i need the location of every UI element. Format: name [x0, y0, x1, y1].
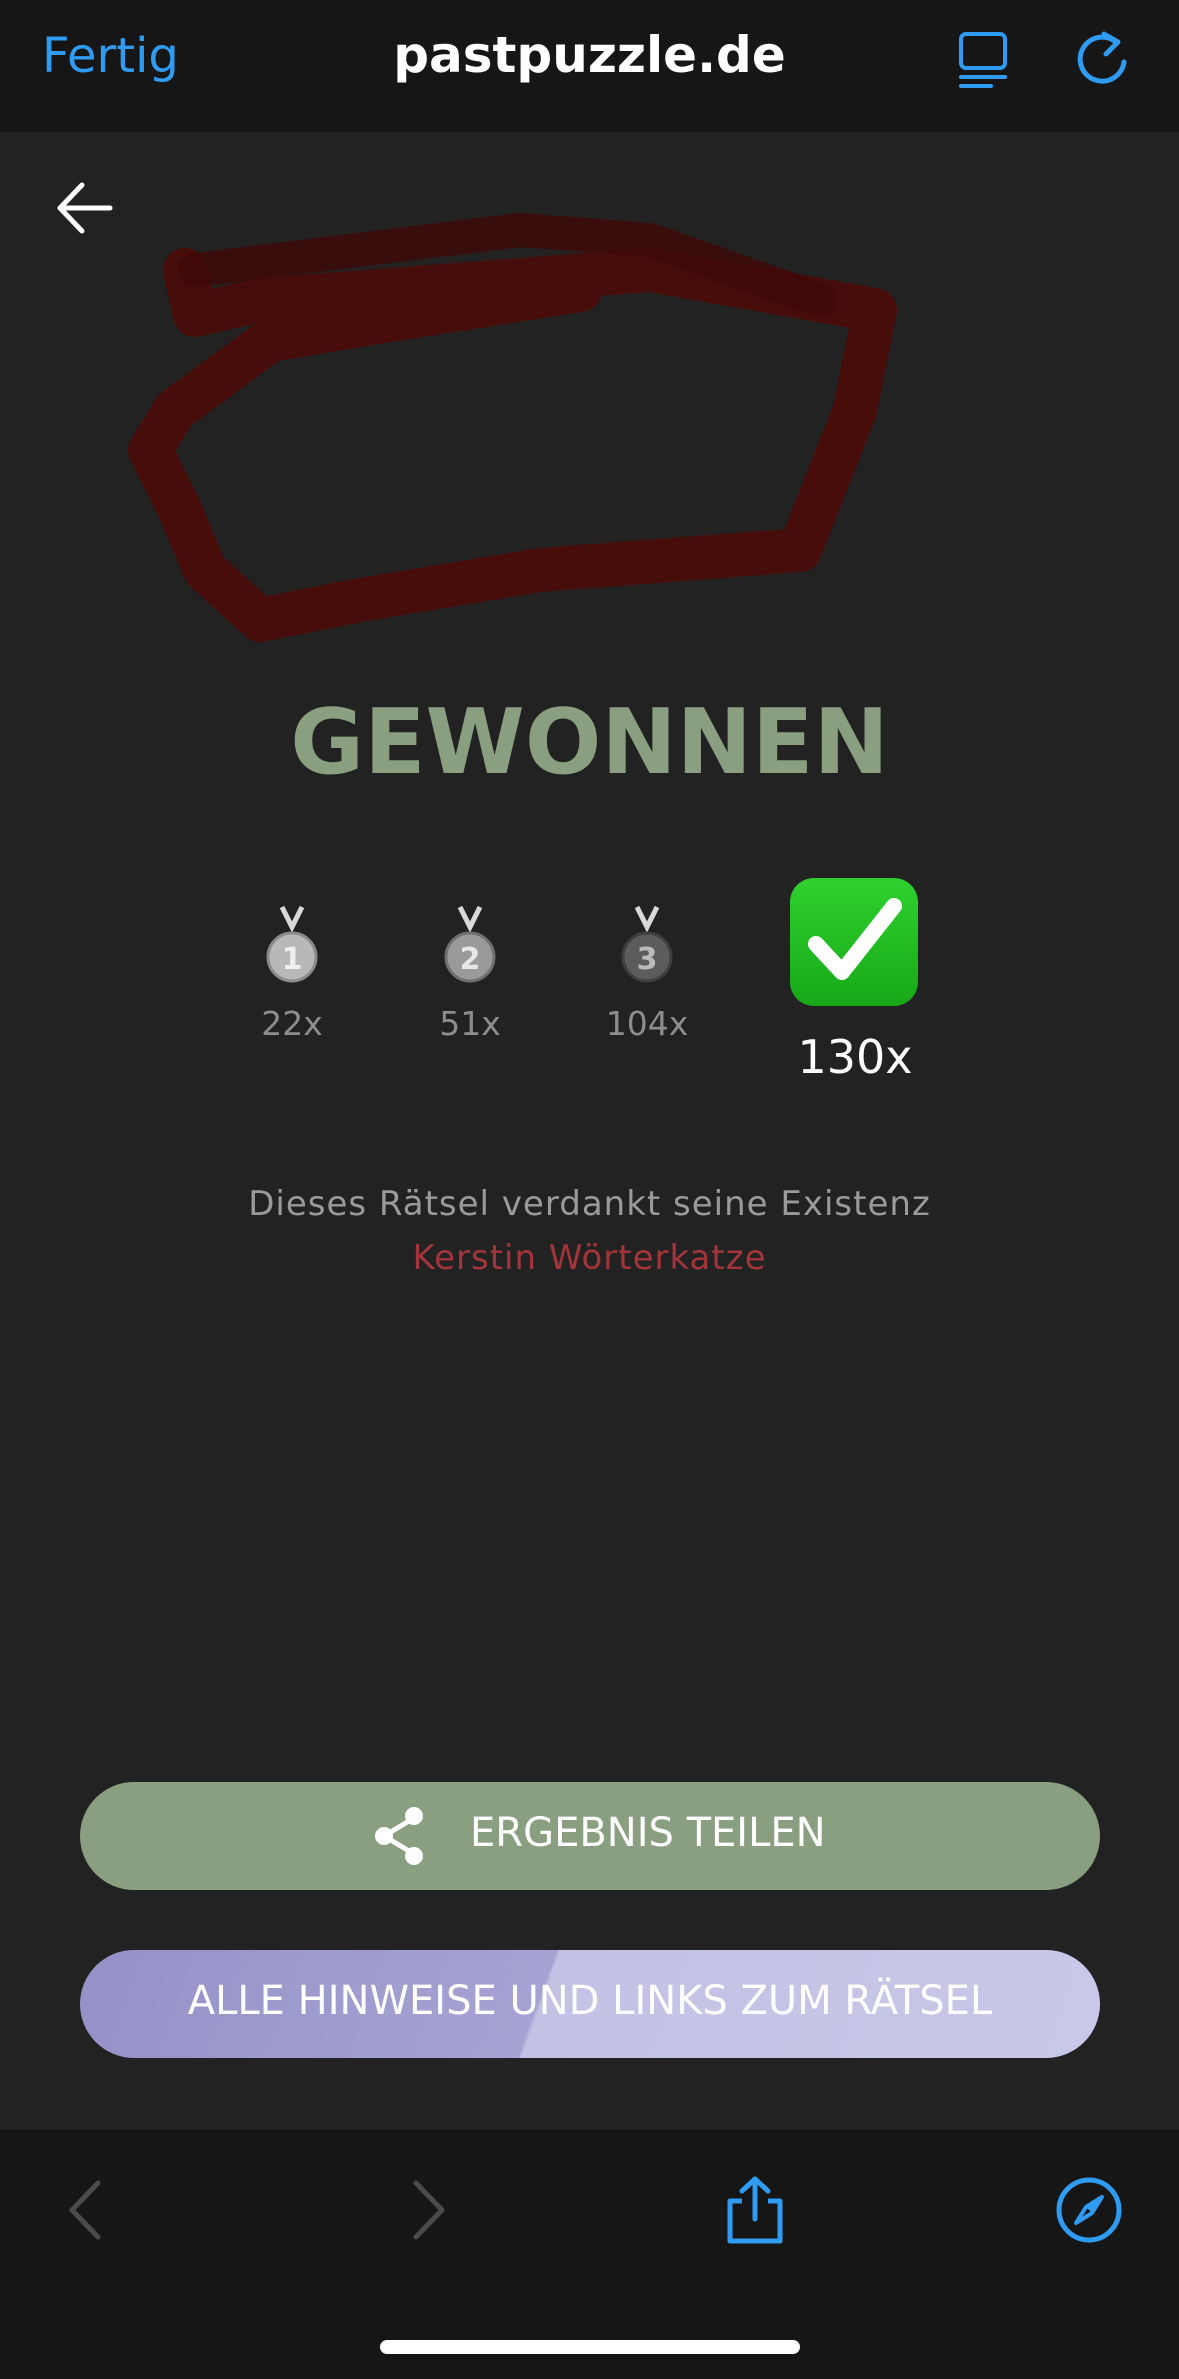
svg-text:1: 1: [282, 942, 303, 977]
author-link[interactable]: Kerstin Wörterkatze: [0, 1238, 1179, 1278]
check-count: 130x: [797, 1030, 913, 1084]
check-mark-icon: [790, 878, 918, 1006]
compass-icon[interactable]: [1054, 2175, 1124, 2245]
medal-1-icon: 1: [266, 905, 318, 983]
medal-2-icon: 2: [444, 905, 496, 983]
medal-3-icon: 3: [621, 905, 673, 983]
reader-mode-icon[interactable]: [955, 30, 1011, 90]
share-page-icon[interactable]: [720, 2175, 790, 2245]
home-indicator: [380, 2340, 800, 2354]
svg-text:3: 3: [637, 942, 658, 977]
share-icon: [375, 1807, 423, 1865]
back-icon[interactable]: [52, 2175, 122, 2245]
forward-icon[interactable]: [392, 2175, 462, 2245]
browser-top-bar: Fertig pastpuzzle.de: [0, 0, 1179, 132]
share-result-label: ERGEBNIS TEILEN: [470, 1810, 826, 1856]
puzzle-drawing: [128, 212, 897, 642]
hints-and-links-label: ALLE HINWEISE UND LINKS ZUM RÄTSEL: [187, 1978, 993, 2024]
medal-1-count: 22x: [261, 1004, 323, 1043]
credit-text: Dieses Rätsel verdankt seine Existenz: [248, 1184, 931, 1224]
reload-icon[interactable]: [1070, 28, 1134, 92]
medal-3-count: 104x: [605, 1004, 689, 1043]
medal-2-count: 51x: [439, 1004, 501, 1043]
result-title: GEWONNEN: [290, 690, 889, 795]
back-arrow-icon[interactable]: [52, 175, 118, 241]
hints-and-links-button[interactable]: ALLE HINWEISE UND LINKS ZUM RÄTSEL: [80, 1950, 1100, 2058]
svg-text:2: 2: [460, 942, 481, 977]
share-result-button[interactable]: ERGEBNIS TEILEN: [80, 1782, 1100, 1890]
